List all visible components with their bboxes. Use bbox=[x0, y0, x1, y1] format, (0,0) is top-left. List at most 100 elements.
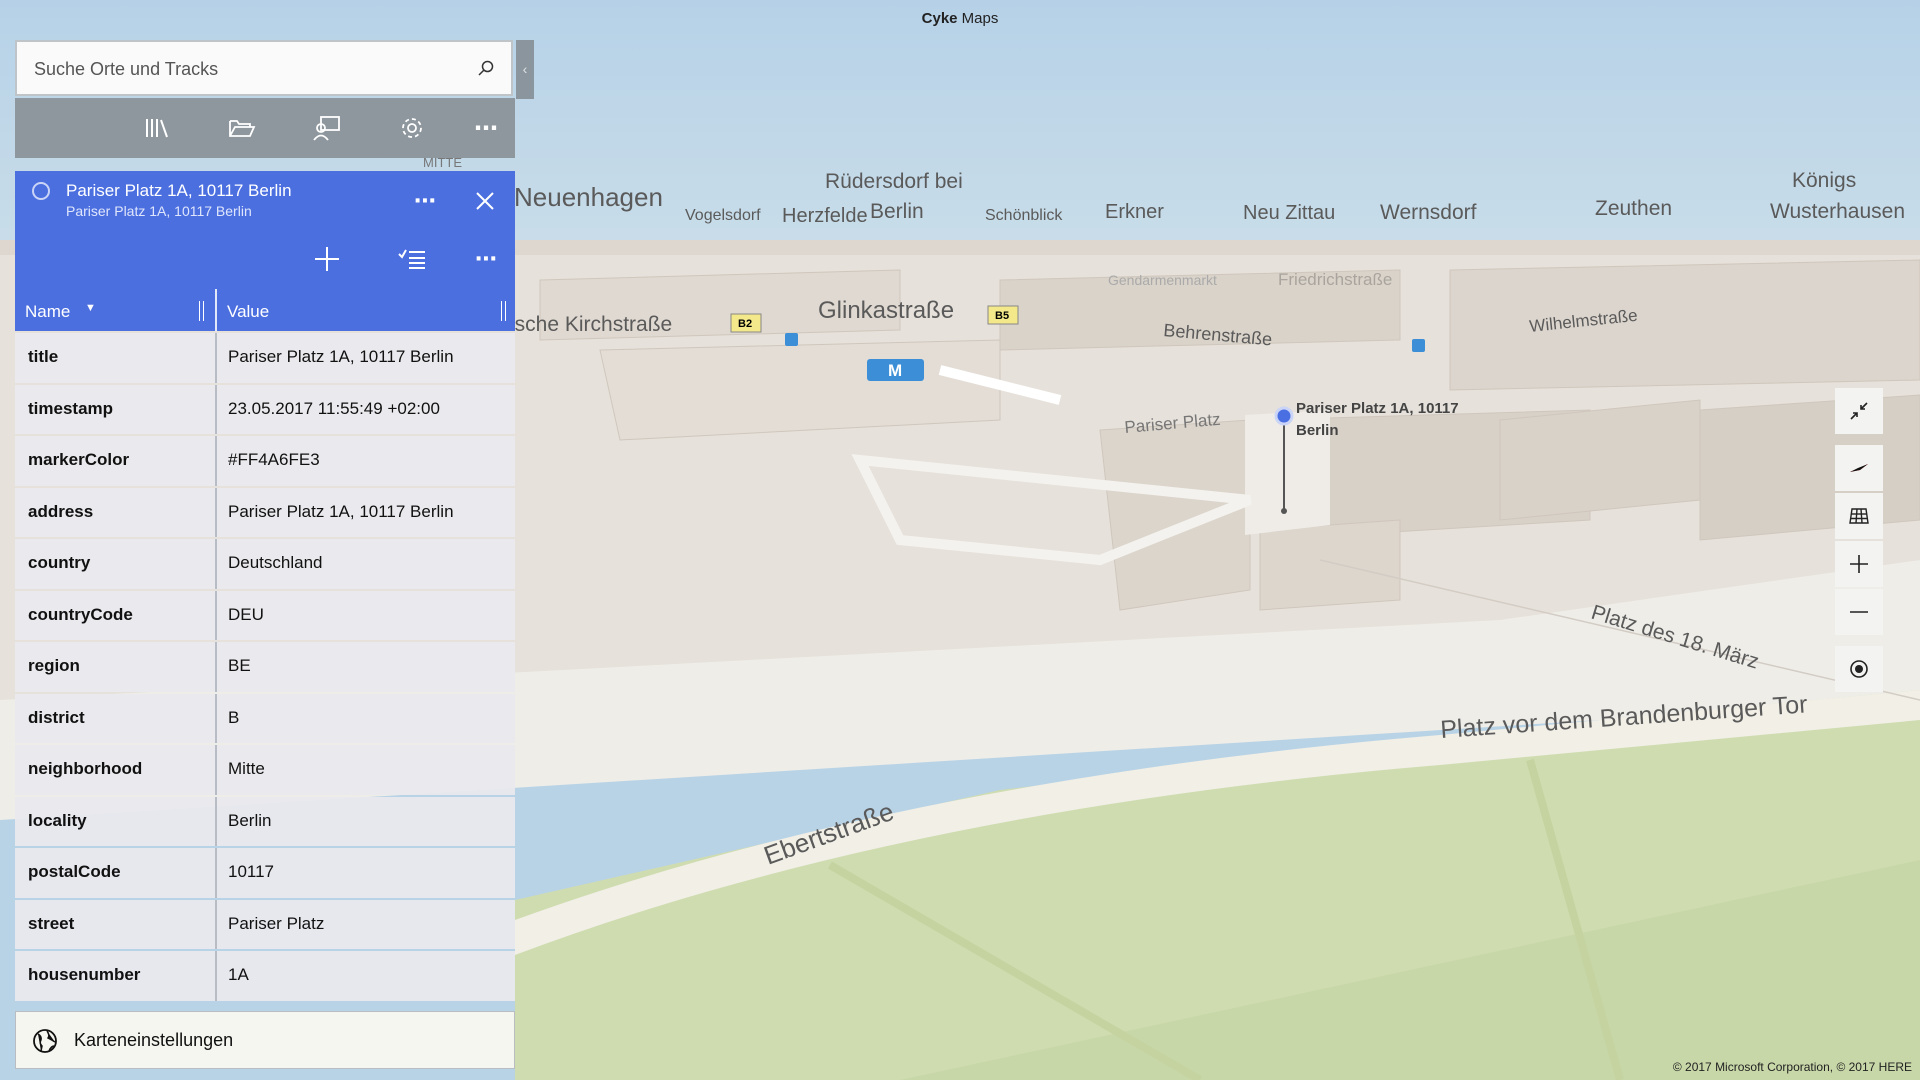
library-icon bbox=[146, 119, 168, 138]
map-label-neuenhagen: Neuenhagen bbox=[514, 182, 663, 212]
row-value: 1A bbox=[228, 965, 249, 984]
row-key: country bbox=[28, 553, 91, 572]
cell-divider bbox=[215, 848, 217, 898]
compass-button[interactable] bbox=[1835, 445, 1883, 491]
collapse-panel-button[interactable]: ‹ bbox=[516, 40, 534, 99]
table-row[interactable]: address Pariser Platz 1A, 10117 Berlin bbox=[15, 487, 515, 537]
row-value: #FF4A6FE3 bbox=[228, 450, 320, 469]
main-toolbar: ⋯ bbox=[15, 98, 515, 158]
bus-stop-icon-2 bbox=[1412, 339, 1425, 352]
cell-divider bbox=[215, 333, 217, 383]
table-row[interactable]: postalCode 10117 bbox=[15, 848, 515, 898]
library-button[interactable] bbox=[139, 110, 175, 146]
row-key: district bbox=[28, 707, 85, 727]
more-icon: ⋯ bbox=[475, 246, 497, 271]
zoom-in-button[interactable] bbox=[1835, 541, 1883, 587]
property-table: title Pariser Platz 1A, 10117 Berlin time… bbox=[15, 333, 515, 1003]
close-button[interactable] bbox=[467, 183, 503, 219]
column-header-value[interactable]: Value bbox=[227, 302, 269, 322]
table-row[interactable]: street Pariser Platz bbox=[15, 899, 515, 949]
more-icon: ⋯ bbox=[474, 114, 498, 142]
cell-divider bbox=[215, 693, 217, 743]
row-key: street bbox=[28, 913, 75, 933]
table-row[interactable]: district B bbox=[15, 693, 515, 743]
more-button[interactable]: ⋯ bbox=[468, 110, 504, 146]
table-row[interactable]: housenumber 1A bbox=[15, 951, 515, 1001]
settings-button[interactable] bbox=[394, 110, 430, 146]
map-label-ruedersdorf: Rüdersdorf bei bbox=[825, 170, 963, 193]
more-icon: ⋯ bbox=[414, 188, 436, 213]
row-key: region bbox=[28, 656, 80, 675]
column-resize-handle[interactable] bbox=[199, 301, 204, 321]
row-key: neighborhood bbox=[28, 759, 143, 778]
share-location-button[interactable] bbox=[309, 110, 345, 146]
list-icon bbox=[398, 249, 425, 269]
my-location-button[interactable] bbox=[1835, 646, 1883, 692]
table-row[interactable]: neighborhood Mitte bbox=[15, 745, 515, 795]
map-settings-button[interactable]: Karteneinstellungen bbox=[15, 1011, 515, 1069]
detail-header: Pariser Platz 1A, 10117 Berlin Pariser P… bbox=[15, 171, 515, 289]
pin-label: Pariser Platz 1A, 10117 Berlin bbox=[1296, 398, 1459, 442]
app-title-bold: Cyke bbox=[921, 10, 958, 27]
row-value: B bbox=[228, 707, 240, 727]
road-shield-b2-label: B2 bbox=[738, 318, 752, 330]
sort-descending-icon[interactable]: ▼ bbox=[85, 302, 96, 314]
row-value: DEU bbox=[228, 604, 264, 624]
row-key: locality bbox=[28, 810, 87, 830]
detail-title: Pariser Platz 1A, 10117 Berlin bbox=[66, 181, 292, 200]
folder-open-icon bbox=[229, 120, 256, 137]
detail-more-button-2[interactable]: ⋯ bbox=[468, 241, 504, 277]
map-label-ruedersdorf-2: Berlin bbox=[870, 200, 924, 223]
map-style-icon bbox=[1849, 508, 1869, 524]
search-icon[interactable] bbox=[477, 59, 495, 77]
column-header-name[interactable]: Name bbox=[25, 302, 70, 322]
cell-divider bbox=[215, 642, 217, 692]
row-value: Deutschland bbox=[228, 553, 323, 572]
row-key: housenumber bbox=[28, 965, 141, 984]
location-pin bbox=[1274, 406, 1294, 426]
map-label-herzfelde: Herzfelde bbox=[782, 205, 868, 227]
row-key: countryCode bbox=[28, 604, 133, 624]
table-row[interactable]: locality Berlin bbox=[15, 796, 515, 846]
row-key: title bbox=[28, 347, 59, 366]
cell-divider bbox=[215, 487, 217, 537]
row-value: BE bbox=[228, 656, 251, 675]
row-value: 23.05.2017 11:55:49 +02:00 bbox=[228, 398, 440, 418]
search-box bbox=[15, 40, 513, 96]
add-button[interactable] bbox=[309, 241, 345, 277]
zoom-out-button[interactable] bbox=[1835, 589, 1883, 635]
zoom-in-icon bbox=[1850, 555, 1868, 573]
search-input[interactable] bbox=[32, 54, 456, 84]
table-row[interactable]: timestamp 23.05.2017 11:55:49 +02:00 bbox=[15, 384, 515, 434]
compass-icon bbox=[1850, 464, 1868, 472]
table-header: Name ▼ Value bbox=[15, 289, 515, 331]
list-button[interactable] bbox=[394, 241, 430, 277]
pin-label-line2: Berlin bbox=[1296, 422, 1339, 439]
map-style-button[interactable] bbox=[1835, 493, 1883, 539]
exit-fullscreen-button[interactable] bbox=[1835, 388, 1883, 434]
chevron-left-icon: ‹ bbox=[522, 61, 528, 77]
detail-subtitle: Pariser Platz 1A, 10117 Berlin bbox=[66, 203, 252, 219]
select-radio[interactable] bbox=[32, 182, 50, 200]
open-folder-button[interactable] bbox=[224, 110, 260, 146]
transit-badge-label: M bbox=[888, 361, 902, 380]
detail-more-button[interactable]: ⋯ bbox=[407, 183, 443, 219]
table-row[interactable]: countryCode DEU bbox=[15, 590, 515, 640]
table-row[interactable]: markerColor #FF4A6FE3 bbox=[15, 436, 515, 486]
zoom-out-icon bbox=[1850, 611, 1868, 613]
app-title-rest: Maps bbox=[957, 10, 999, 27]
map-label-erkner: Erkner bbox=[1105, 201, 1164, 223]
table-row[interactable]: country Deutschland bbox=[15, 539, 515, 589]
map-label-wernsdorf: Wernsdorf bbox=[1380, 201, 1477, 224]
settings-icon bbox=[402, 118, 422, 138]
map-settings-label: Karteneinstellungen bbox=[74, 1030, 234, 1050]
table-row[interactable]: title Pariser Platz 1A, 10117 Berlin bbox=[15, 333, 515, 383]
row-key: markerColor bbox=[28, 450, 130, 469]
column-resize-handle-2[interactable] bbox=[501, 301, 506, 321]
map-label-schoenblick: Schönblick bbox=[985, 207, 1063, 224]
row-key: address bbox=[28, 501, 94, 521]
cell-divider bbox=[215, 745, 217, 795]
road-shield-b5-label: B5 bbox=[995, 310, 1009, 322]
table-row[interactable]: region BE bbox=[15, 642, 515, 692]
cell-divider bbox=[215, 951, 217, 1001]
